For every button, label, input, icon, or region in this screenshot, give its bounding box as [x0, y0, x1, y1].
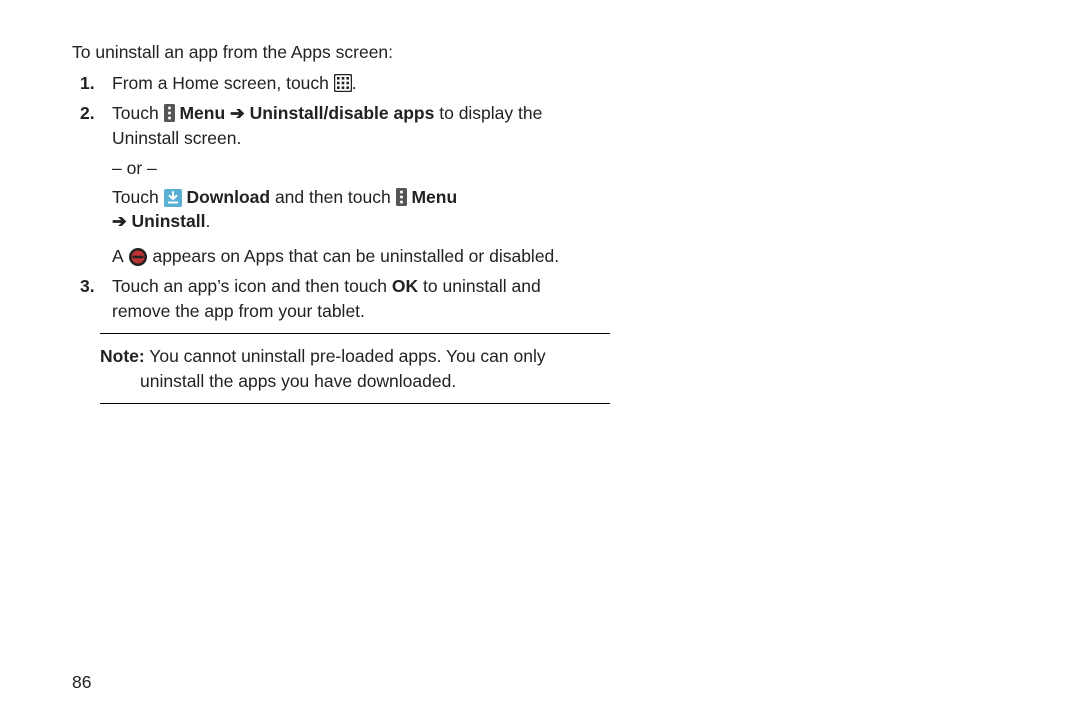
step-1-text-a: From a Home screen, touch [112, 73, 329, 93]
step-1-period: . [352, 73, 357, 93]
step-2-prohibit: A appears on Apps that can be uninstalle… [112, 244, 592, 269]
note-block: Note: You cannot uninstall pre-loaded ap… [100, 333, 610, 404]
step-2: Touch Menu ➔ Uninstall/disable apps to d… [72, 101, 552, 150]
menu-label: Menu [179, 103, 225, 123]
arrow-icon: ➔ [112, 211, 127, 231]
note-text: You cannot uninstall pre-loaded apps. Yo… [140, 346, 546, 391]
uninstall-label: Uninstall [132, 211, 206, 231]
menu-icon [396, 188, 407, 206]
step-2-prohibit-b: appears on Apps that can be uninstalled … [152, 246, 559, 266]
step-3-text-a: Touch an app’s icon and then touch [112, 276, 387, 296]
download-icon [164, 189, 182, 207]
step-2-text-a: Touch [112, 103, 159, 123]
uninstall-disable-label: Uninstall/disable apps [250, 103, 435, 123]
apps-icon [334, 74, 352, 92]
step-2-prohibit-a: A [112, 246, 123, 266]
download-label: Download [186, 187, 270, 207]
menu-icon [164, 104, 175, 122]
step-3: Touch an app’s icon and then touch OK to… [72, 274, 552, 323]
intro-text: To uninstall an app from the Apps screen… [72, 40, 552, 65]
step-2-alt-a: Touch [112, 187, 159, 207]
steps-list-cont: Touch an app’s icon and then touch OK to… [72, 274, 552, 323]
step-1: From a Home screen, touch [72, 71, 552, 96]
manual-page: To uninstall an app from the Apps screen… [0, 0, 1080, 720]
arrow-icon: ➔ [230, 103, 245, 123]
step-2-alt-period: . [205, 211, 210, 231]
page-number: 86 [72, 670, 91, 695]
steps-list: From a Home screen, touch [72, 71, 552, 151]
ok-label: OK [392, 276, 418, 296]
prohibit-icon [128, 247, 148, 267]
note-label: Note: [100, 346, 145, 366]
step-2-alt: Touch Download and then touch Menu ➔ Uni… [112, 185, 592, 234]
menu-label-2: Menu [411, 187, 457, 207]
step-2-alt-b: and then touch [275, 187, 391, 207]
or-separator: – or – [112, 156, 592, 181]
